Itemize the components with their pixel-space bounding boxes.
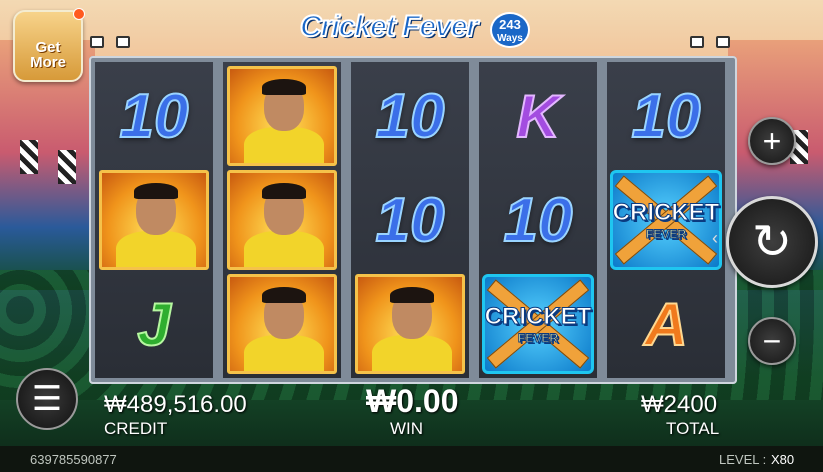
flag-icon <box>20 140 38 174</box>
wild-text-bottom: FEVER <box>517 331 558 346</box>
get-more-line1: Get <box>35 39 61 56</box>
spin-button[interactable]: ↻ <box>726 196 818 288</box>
get-more-button[interactable]: Get More <box>13 8 85 82</box>
symbol-ten: 10 <box>353 170 467 270</box>
reel-grid: 10 J 10 10 K 10 CRICKET FEVER 10 CRICKET FEVER A <box>89 56 737 384</box>
reel-1: 10 J <box>95 62 213 378</box>
credit-label: CREDIT <box>104 419 168 438</box>
win-label: WIN <box>390 419 424 438</box>
symbol-ten: 10 <box>609 66 723 166</box>
symbol-ten: 10 <box>97 66 211 166</box>
symbol-wild: CRICKET FEVER <box>609 170 723 270</box>
ways-badge: 243 Ways <box>490 12 530 48</box>
level-value: X80 <box>771 452 795 467</box>
symbol-label: 10 <box>631 81 702 152</box>
symbol-label: 10 <box>119 81 190 152</box>
menu-icon: ☰ <box>31 380 63 418</box>
symbol-J: J <box>97 274 211 374</box>
symbol-label: 10 <box>503 185 574 256</box>
reel-4: K 10 CRICKET FEVER <box>479 62 597 378</box>
bet-decrease-button[interactable]: − <box>748 317 796 365</box>
ways-number: 243 <box>499 17 521 32</box>
level-label: LEVEL : <box>719 452 767 467</box>
reel-5: 10 CRICKET FEVER A <box>607 62 725 378</box>
credit-value: ₩489,516.00 <box>104 391 247 418</box>
symbol-A: A <box>609 274 723 374</box>
symbol-ten: 10 <box>481 170 595 270</box>
symbol-captain <box>97 170 211 270</box>
symbol-ten: 10 <box>353 66 467 166</box>
reel-2 <box>223 62 341 378</box>
symbol-captain <box>225 66 339 166</box>
notification-dot <box>73 8 85 20</box>
get-more-line2: More <box>30 54 66 71</box>
symbol-captain <box>225 170 339 270</box>
wild-text-bottom: FEVER <box>645 227 686 242</box>
symbol-K: K <box>481 66 595 166</box>
symbol-captain <box>353 274 467 374</box>
wild-text-top: CRICKET <box>612 199 720 227</box>
ways-label: Ways <box>497 33 523 44</box>
spin-icon: ↻ <box>751 216 793 269</box>
symbol-wild: CRICKET FEVER <box>481 274 595 374</box>
total-bet-value: ₩2400 <box>641 391 718 418</box>
symbol-label: 10 <box>375 185 446 256</box>
game-logo: Cricket Fever 243 Ways <box>299 6 530 56</box>
floodlight-icon <box>116 36 130 48</box>
menu-button[interactable]: ☰ <box>16 368 78 430</box>
total-bet-label: TOTAL <box>666 419 720 438</box>
floodlight-icon <box>90 36 104 48</box>
symbol-captain <box>225 274 339 374</box>
symbol-label: A <box>643 290 688 359</box>
status-bar <box>0 446 823 472</box>
win-value: ₩0.00 <box>366 383 459 419</box>
wild-text-top: CRICKET <box>484 303 592 331</box>
floodlight-icon <box>716 36 730 48</box>
symbol-label: K <box>515 82 560 151</box>
collapse-chevron-icon[interactable]: ‹ <box>712 228 718 249</box>
symbol-label: J <box>136 290 171 359</box>
round-id: 639785590877 <box>30 452 117 467</box>
bet-increase-button[interactable]: + <box>748 117 796 165</box>
floodlight-icon <box>690 36 704 48</box>
reel-3: 10 10 <box>351 62 469 378</box>
logo-title: Cricket Fever <box>299 9 479 44</box>
flag-icon <box>58 150 76 184</box>
symbol-label: 10 <box>375 81 446 152</box>
